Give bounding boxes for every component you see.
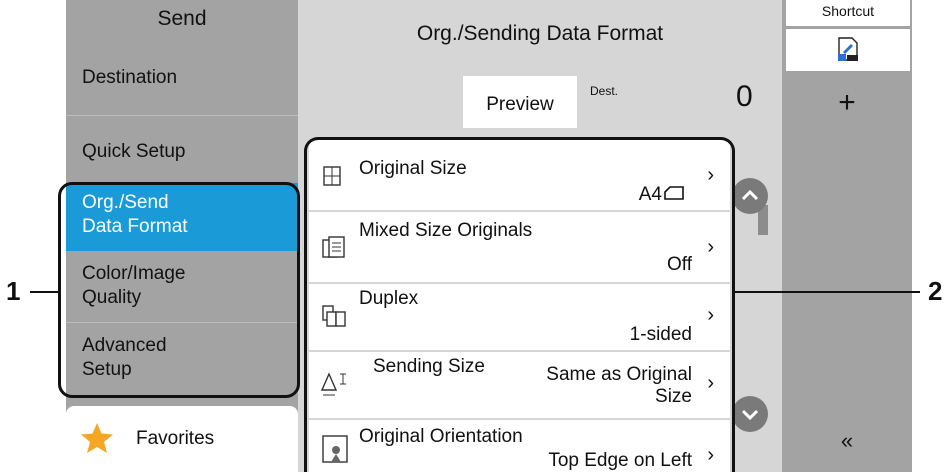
- callout-number-2: 2: [928, 276, 943, 306]
- sidebar-title: Send: [157, 7, 207, 30]
- chevron-down-icon: [741, 409, 759, 421]
- favorites-label: Favorites: [136, 428, 215, 449]
- scroll-up-button[interactable]: [732, 178, 768, 214]
- callout-line-1: [30, 291, 58, 293]
- sidebar-item-destination[interactable]: Destination: [66, 66, 298, 90]
- sidebar-item-label: Destination: [82, 67, 178, 88]
- right-column: Shortcut + «: [782, 0, 912, 472]
- callout-line-2: [735, 291, 920, 293]
- callout-number-1: 1: [6, 276, 21, 306]
- shortcut-label: Shortcut: [786, 0, 910, 26]
- collapse-button[interactable]: «: [782, 428, 912, 454]
- callout-box-2: [304, 137, 735, 472]
- divider: [66, 115, 298, 116]
- panel-title: Org./Sending Data Format: [416, 22, 664, 45]
- shortcut-button[interactable]: [786, 29, 910, 71]
- star-icon: [80, 422, 114, 459]
- callout-box-1: [58, 182, 300, 398]
- dest-count: 0: [736, 80, 753, 113]
- sidebar-item-label: Quick Setup: [82, 141, 186, 162]
- favorites-button[interactable]: Favorites: [66, 406, 298, 472]
- chevron-up-icon: [741, 189, 759, 201]
- shortcut-file-name-icon: [838, 37, 858, 61]
- dest-label: Dest.: [590, 84, 619, 98]
- preview-button[interactable]: Preview: [463, 76, 577, 128]
- sidebar-item-quick-setup[interactable]: Quick Setup: [66, 140, 298, 164]
- add-shortcut-button[interactable]: +: [782, 86, 912, 120]
- scroll-down-button[interactable]: [732, 396, 768, 432]
